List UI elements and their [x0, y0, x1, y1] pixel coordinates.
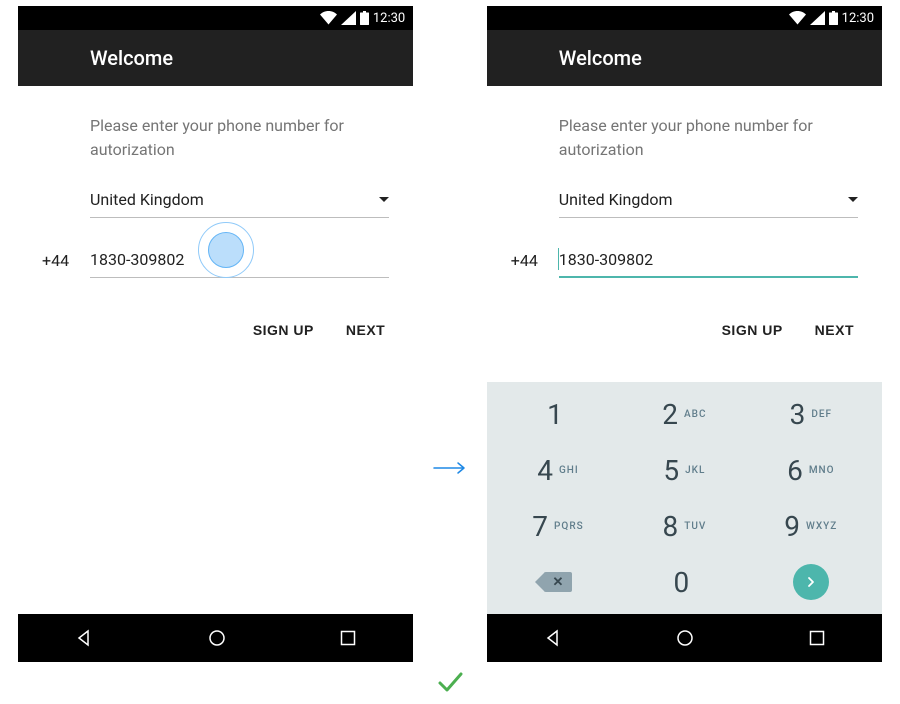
transition-arrow-icon [431, 461, 469, 475]
keypad-enter[interactable] [748, 554, 874, 610]
phone-number-input[interactable]: 1830-309802 [90, 250, 389, 278]
dial-code-label: +44 [42, 251, 78, 278]
signup-button[interactable]: SIGN UP [718, 314, 787, 346]
chevron-down-icon [379, 197, 389, 202]
signal-icon [810, 11, 825, 25]
page-title: Welcome [90, 46, 173, 70]
text-cursor [558, 248, 560, 270]
nav-back-icon[interactable] [75, 629, 93, 647]
clock-text: 12:30 [842, 11, 874, 26]
phone-number-input[interactable]: 1830-309802 [559, 250, 858, 278]
nav-recent-icon[interactable] [340, 630, 356, 646]
country-selected-value: United Kingdom [559, 190, 673, 209]
keypad-backspace[interactable]: ✕ [495, 554, 621, 610]
country-dropdown[interactable]: United Kingdom [559, 190, 858, 218]
android-nav-bar [487, 614, 882, 662]
nav-recent-icon[interactable] [809, 630, 825, 646]
battery-icon [829, 11, 838, 25]
keypad-key-0[interactable]: 0 [621, 554, 747, 610]
dial-code-label: +44 [511, 251, 547, 278]
signal-icon [341, 11, 356, 25]
phone-number-value: 1830-309802 [90, 250, 184, 269]
phone-frame-right: 12:30 Welcome Please enter your phone nu… [487, 6, 882, 662]
status-bar: 12:30 [18, 6, 413, 30]
keypad-key-6[interactable]: 6MNO [748, 442, 874, 498]
keypad-key-1[interactable]: 1 [495, 386, 621, 442]
numeric-keypad: 1 2ABC 3DEF 4GHI 5JKL 6MNO 7PQRS 8TUV 9W… [487, 382, 882, 614]
country-selected-value: United Kingdom [90, 190, 204, 209]
app-bar: Welcome [487, 30, 882, 86]
android-nav-bar [18, 614, 413, 662]
nav-back-icon[interactable] [544, 629, 562, 647]
keypad-key-4[interactable]: 4GHI [495, 442, 621, 498]
content-area: Please enter your phone number for autor… [18, 86, 413, 662]
phone-frame-left: 12:30 Welcome Please enter your phone nu… [18, 6, 413, 662]
app-bar: Welcome [18, 30, 413, 86]
page-title: Welcome [559, 46, 642, 70]
instruction-text: Please enter your phone number for autor… [559, 114, 858, 162]
next-button[interactable]: NEXT [342, 314, 389, 346]
keypad-key-9[interactable]: 9WXYZ [748, 498, 874, 554]
nav-home-icon[interactable] [676, 629, 694, 647]
country-dropdown[interactable]: United Kingdom [90, 190, 389, 218]
signup-button[interactable]: SIGN UP [249, 314, 318, 346]
phone-number-value: 1830-309802 [559, 250, 653, 269]
wifi-icon [789, 11, 806, 25]
clock-text: 12:30 [373, 11, 405, 26]
keypad-key-7[interactable]: 7PQRS [495, 498, 621, 554]
touch-ripple-indicator [198, 222, 254, 278]
enter-icon [793, 564, 829, 600]
nav-home-icon[interactable] [208, 629, 226, 647]
instruction-text: Please enter your phone number for autor… [90, 114, 389, 162]
keypad-key-2[interactable]: 2ABC [621, 386, 747, 442]
backspace-icon: ✕ [544, 572, 572, 592]
keypad-key-3[interactable]: 3DEF [748, 386, 874, 442]
next-button[interactable]: NEXT [811, 314, 858, 346]
approval-checkmark-icon [0, 668, 900, 696]
status-bar: 12:30 [487, 6, 882, 30]
wifi-icon [320, 11, 337, 25]
keypad-key-5[interactable]: 5JKL [621, 442, 747, 498]
chevron-down-icon [848, 197, 858, 202]
battery-icon [360, 11, 369, 25]
keypad-key-8[interactable]: 8TUV [621, 498, 747, 554]
